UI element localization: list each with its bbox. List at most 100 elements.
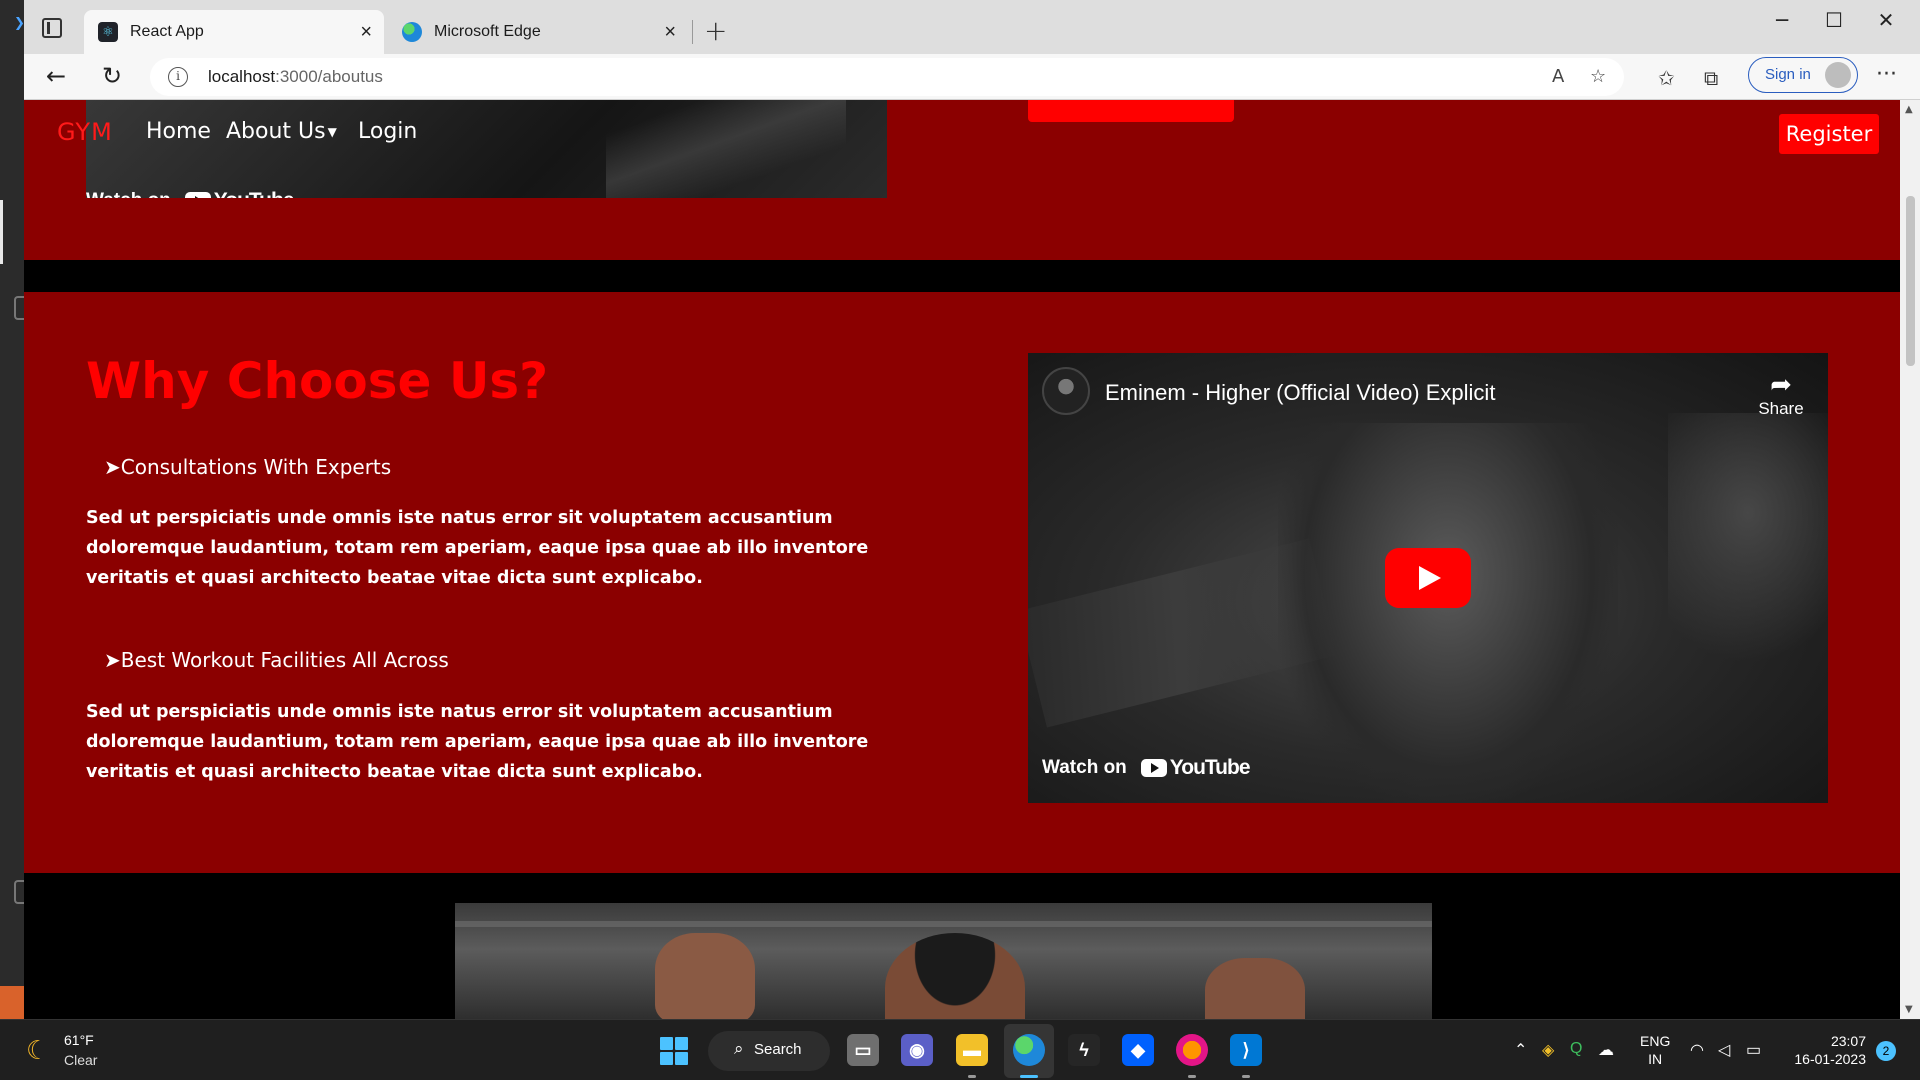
youtube-logo-icon bbox=[1140, 759, 1167, 777]
play-button[interactable] bbox=[1385, 548, 1471, 608]
language-code: ENG bbox=[1640, 1033, 1671, 1049]
watch-on-youtube[interactable]: Watch on YouTube bbox=[1042, 756, 1251, 780]
scroll-up-icon[interactable]: ▲ bbox=[1905, 104, 1913, 115]
region-code: IN bbox=[1648, 1051, 1663, 1067]
windows-taskbar: ☾ 61°F Clear ⌕ Search ▭ ◉ ▬ ϟ ◆ ⟩ ⌃ ◈ Q … bbox=[0, 1019, 1920, 1080]
search-label: Search bbox=[754, 1041, 802, 1058]
clock-time: 23:07 bbox=[1830, 1033, 1866, 1049]
share-button[interactable]: ➦ Share bbox=[1746, 369, 1816, 419]
desktop-app-icon bbox=[14, 880, 24, 904]
read-aloud-icon[interactable]: A bbox=[1552, 66, 1564, 87]
image-detail bbox=[655, 933, 755, 1019]
app-tray-icon[interactable]: Q bbox=[1570, 1040, 1582, 1058]
collections-icon[interactable]: ⧉ bbox=[1704, 66, 1718, 90]
feature-body: Sed ut perspiciatis unde omnis iste natu… bbox=[86, 508, 869, 588]
watch-on-youtube[interactable]: Watch on YouTube bbox=[86, 189, 295, 198]
desktop-left-edge: ❯ bbox=[0, 0, 25, 1019]
feature-heading: ➤Best Workout Facilities All Across bbox=[104, 648, 449, 672]
volume-icon[interactable]: ◁ bbox=[1718, 1040, 1730, 1060]
feature-body: Sed ut perspiciatis unde omnis iste natu… bbox=[86, 702, 869, 782]
youtube-video-embed[interactable]: Eminem - Higher (Official Video) Explici… bbox=[1028, 353, 1828, 803]
top-video-embed[interactable]: Watch on YouTube bbox=[86, 100, 887, 198]
maximize-button[interactable]: ☐ bbox=[1806, 8, 1862, 32]
clock[interactable]: 23:07 16-01-2023 bbox=[1790, 1032, 1866, 1068]
sign-in-label: Sign in bbox=[1765, 66, 1811, 83]
address-bar[interactable]: i localhost:3000/aboutus A ☆ bbox=[150, 58, 1624, 96]
edge-icon[interactable] bbox=[1013, 1034, 1045, 1066]
back-arrow-icon[interactable]: ← bbox=[46, 62, 66, 90]
wifi-icon[interactable]: ◠ bbox=[1690, 1040, 1704, 1060]
channel-avatar[interactable] bbox=[1042, 367, 1090, 415]
language-indicator[interactable]: ENG IN bbox=[1640, 1032, 1670, 1068]
scroll-down-icon[interactable]: ▼ bbox=[1905, 1004, 1913, 1015]
register-button[interactable]: Register bbox=[1779, 114, 1879, 154]
edge-icon bbox=[402, 22, 422, 42]
firefox-icon[interactable] bbox=[1176, 1034, 1208, 1066]
security-icon[interactable]: ◈ bbox=[1542, 1040, 1554, 1060]
feature-heading: ➤Consultations With Experts bbox=[104, 455, 392, 479]
running-indicator bbox=[1188, 1075, 1196, 1078]
task-view-icon[interactable]: ▭ bbox=[847, 1034, 879, 1066]
weather-temperature[interactable]: 61°F bbox=[64, 1032, 94, 1048]
scrollbar-thumb[interactable] bbox=[1906, 196, 1915, 366]
section-title: Why Choose Us? bbox=[86, 352, 549, 410]
react-icon: ⚛ bbox=[98, 22, 118, 42]
browser-toolbar: ← ↻ i localhost:3000/aboutus A ☆ ✩ ⧉ Sig… bbox=[24, 54, 1920, 100]
app-icon[interactable]: ϟ bbox=[1068, 1034, 1100, 1066]
taskbar-search-button[interactable]: ⌕ Search bbox=[708, 1031, 830, 1071]
favorites-icon[interactable]: ✩ bbox=[1658, 66, 1675, 90]
image-detail bbox=[885, 933, 1025, 1019]
refresh-icon[interactable]: ↻ bbox=[102, 62, 122, 90]
cloud-icon[interactable]: ☁ bbox=[1598, 1040, 1614, 1060]
section-divider bbox=[24, 260, 1900, 292]
top-red-button[interactable] bbox=[1028, 100, 1234, 122]
running-indicator bbox=[1020, 1075, 1038, 1078]
weather-description[interactable]: Clear bbox=[64, 1052, 97, 1068]
tab-strip: ⚛ React App × Microsoft Edge × + ─ ☐ ✕ bbox=[24, 0, 1920, 54]
tab-divider bbox=[692, 20, 693, 44]
notification-badge[interactable]: 2 bbox=[1876, 1041, 1896, 1061]
chat-icon[interactable]: ◉ bbox=[901, 1034, 933, 1066]
tab-title: Microsoft Edge bbox=[434, 23, 541, 40]
desktop-app-icon bbox=[14, 296, 24, 320]
nav-link-label: About Us bbox=[226, 119, 326, 144]
tab-react-app[interactable]: ⚛ React App × bbox=[84, 10, 384, 54]
dropbox-icon[interactable]: ◆ bbox=[1122, 1034, 1154, 1066]
file-explorer-icon[interactable]: ▬ bbox=[956, 1034, 988, 1066]
nav-link-login[interactable]: Login bbox=[358, 119, 417, 144]
close-icon[interactable]: × bbox=[664, 21, 676, 44]
video-title[interactable]: Eminem - Higher (Official Video) Explici… bbox=[1105, 380, 1495, 406]
brand-logo[interactable]: GYM bbox=[57, 118, 113, 146]
windows-start-icon[interactable] bbox=[660, 1037, 688, 1065]
tab-microsoft-edge[interactable]: Microsoft Edge × bbox=[388, 10, 688, 54]
close-window-button[interactable]: ✕ bbox=[1858, 8, 1914, 32]
watch-on-label: Watch on bbox=[1042, 757, 1127, 778]
search-icon: ⌕ bbox=[734, 1039, 744, 1058]
site-info-icon[interactable]: i bbox=[168, 67, 188, 87]
moon-icon[interactable]: ☾ bbox=[26, 1036, 49, 1066]
page-scrollbar[interactable]: ▲ ▼ bbox=[1900, 100, 1920, 1019]
youtube-label: YouTube bbox=[214, 189, 295, 198]
url-text[interactable]: localhost:3000/aboutus bbox=[208, 67, 383, 87]
share-arrow-icon: ➦ bbox=[1770, 369, 1792, 399]
add-favorite-icon[interactable]: ☆ bbox=[1590, 66, 1606, 87]
video-thumbnail bbox=[606, 100, 846, 198]
vscode-icon[interactable]: ⟩ bbox=[1230, 1034, 1262, 1066]
chevron-up-icon[interactable]: ⌃ bbox=[1514, 1040, 1527, 1060]
nav-link-about-us[interactable]: About Us ▼ bbox=[226, 119, 337, 144]
minimize-button[interactable]: ─ bbox=[1754, 8, 1810, 32]
settings-menu-icon[interactable]: ··· bbox=[1876, 62, 1897, 87]
desktop-app-icon bbox=[0, 986, 24, 1019]
sign-in-button[interactable]: Sign in bbox=[1748, 57, 1858, 93]
nav-link-home[interactable]: Home bbox=[146, 119, 211, 144]
tab-actions-icon[interactable] bbox=[42, 18, 62, 38]
selection-indicator bbox=[0, 200, 3, 264]
close-icon[interactable]: × bbox=[360, 21, 372, 44]
new-tab-button[interactable]: + bbox=[704, 14, 727, 47]
running-indicator bbox=[1242, 1075, 1250, 1078]
avatar bbox=[1825, 62, 1851, 88]
tab-title: React App bbox=[130, 23, 204, 40]
image-detail bbox=[455, 921, 1432, 927]
battery-icon[interactable]: ▭ bbox=[1746, 1040, 1761, 1060]
video-thumbnail bbox=[1278, 423, 1618, 803]
